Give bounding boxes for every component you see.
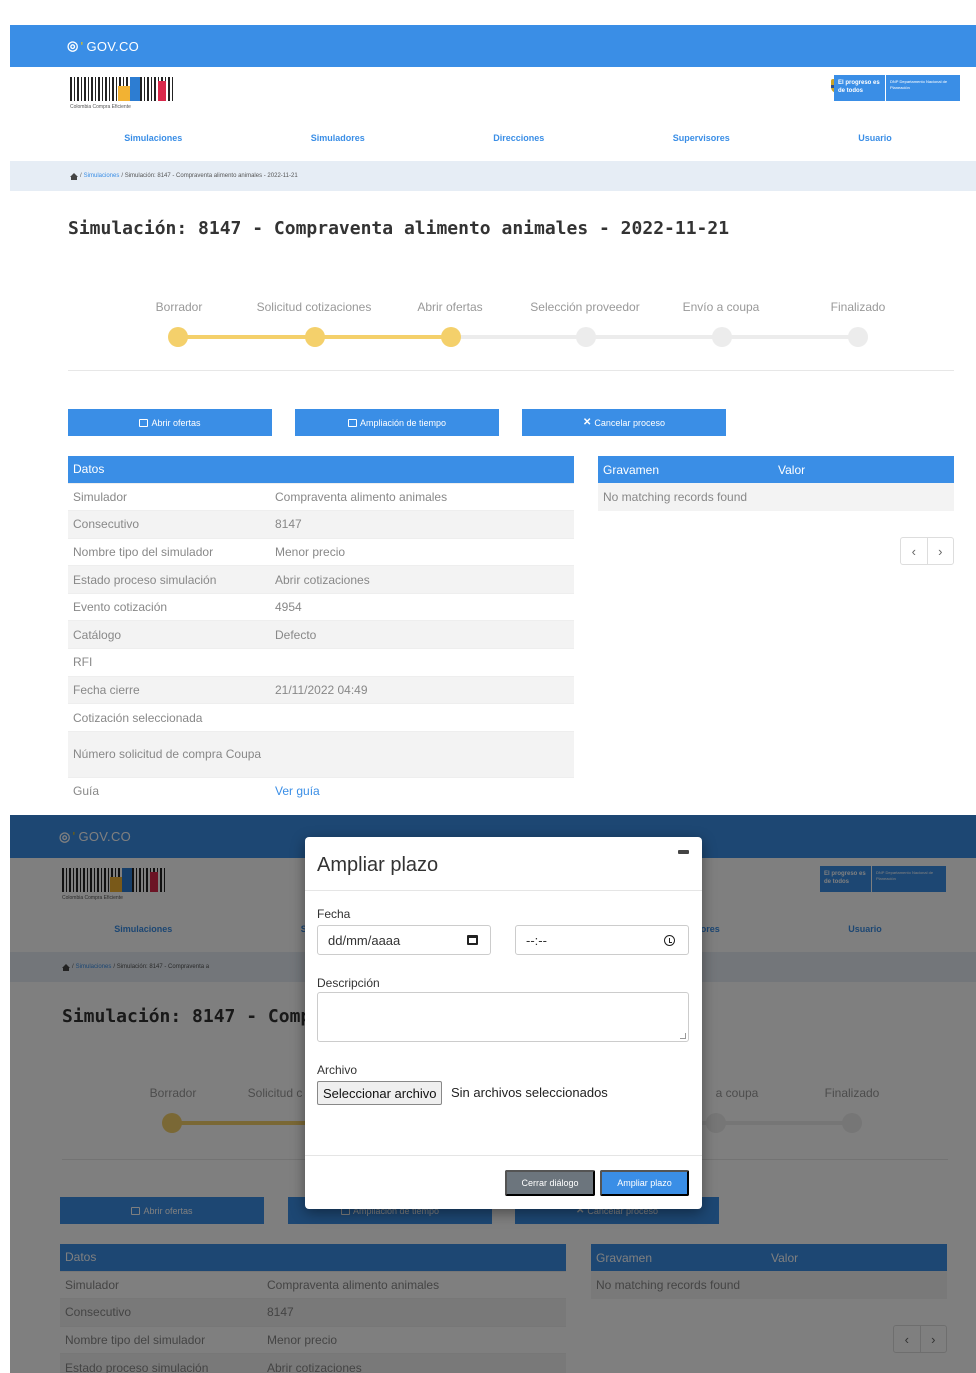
colombia-compra-logo[interactable] — [70, 77, 174, 101]
divider — [68, 370, 954, 371]
ampliar-plazo-dialog: Ampliar plazo Fecha dd/mm/aaaa --:-- Des… — [305, 837, 702, 1209]
minimize-icon[interactable] — [678, 850, 689, 854]
close-icon: ✕ — [583, 417, 592, 428]
nav-simuladores[interactable]: Simuladores — [311, 133, 365, 143]
table-row: Fecha cierre 21/11/2022 04:49 — [68, 675, 574, 704]
step-label: Envío a coupa — [682, 300, 760, 314]
nav-direcciones[interactable]: Direcciones — [493, 133, 544, 143]
step-dot — [576, 327, 596, 347]
brand-row: Colombia Compra Eficiente El progreso es… — [10, 67, 976, 115]
page-title: Simulación: 8147 - Compraventa alimento … — [68, 218, 730, 239]
empty-message: No matching records found — [598, 483, 954, 511]
resize-grip-icon[interactable] — [680, 1033, 686, 1039]
time-input[interactable]: --:-- — [515, 925, 689, 955]
next-page-button[interactable]: › — [928, 538, 954, 564]
table-row: Número solicitud de compra Coupa — [68, 730, 574, 778]
table-row: Nombre tipo del simuladorMenor precio — [68, 537, 574, 566]
archivo-label: Archivo — [317, 1063, 358, 1077]
table-row: Catálogo Defecto — [68, 620, 574, 649]
gov-brand[interactable]: GOV.CO — [86, 39, 139, 54]
descripcion-label: Descripción — [317, 976, 380, 990]
nav-supervisores[interactable]: Supervisores — [673, 133, 730, 143]
close-dialog-button[interactable]: Cerrar diálogo — [505, 1170, 595, 1196]
step-label: Selección proveedor — [530, 300, 640, 314]
date-input[interactable]: dd/mm/aaaa — [317, 925, 491, 955]
file-status: Sin archivos seleccionados — [451, 1085, 608, 1100]
cancelar-proceso-button[interactable]: ✕Cancelar proceso — [522, 409, 726, 436]
nav-usuario[interactable]: Usuario — [858, 133, 892, 143]
table-row: Consecutivo8147 — [68, 510, 574, 539]
process-stepper: Borrador Solicitud cotizaciones Abrir of… — [68, 300, 954, 380]
table-row: RFI — [68, 648, 574, 677]
step-dot — [441, 327, 461, 347]
step-label: Abrir ofertas — [417, 300, 483, 314]
valor-header: Valor — [773, 456, 954, 483]
calendar-icon[interactable] — [467, 935, 478, 945]
breadcrumb-link-simulaciones[interactable]: Simulaciones — [84, 173, 120, 179]
pagination: ‹ › — [900, 537, 954, 565]
lock-icon — [139, 418, 149, 427]
table-row: SimuladorCompraventa alimento animales — [68, 482, 574, 511]
step-label: Finalizado — [830, 300, 886, 314]
calendar-icon — [347, 418, 357, 427]
dialog-header-divider — [305, 890, 702, 891]
nav-simulaciones[interactable]: Simulaciones — [124, 133, 182, 143]
breadcrumb-current: / Simulación: 8147 - Compraventa aliment… — [121, 173, 298, 179]
step-dot — [848, 327, 868, 347]
dialog-title: Ampliar plazo — [317, 854, 439, 876]
select-file-button[interactable]: Seleccionar archivo — [317, 1081, 443, 1105]
home-icon[interactable] — [70, 172, 78, 180]
dialog-footer-divider — [305, 1155, 702, 1156]
step-dot — [305, 327, 325, 347]
banner-left-text: El progreso es de todos — [834, 75, 886, 101]
prev-page-button[interactable]: ‹ — [901, 538, 928, 564]
gov-header: ◎' GOV.CO — [10, 25, 976, 67]
step-label: Solicitud cotizaciones — [256, 300, 372, 314]
ampliacion-tiempo-button[interactable]: Ampliación de tiempo — [295, 409, 499, 436]
stepper-remaining-line — [451, 335, 859, 339]
fecha-label: Fecha — [317, 907, 351, 921]
page-screenshot-top: ◎ ' GOV.CO Colombia Compra Eficiente El p… — [10, 25, 976, 801]
ver-guia-link[interactable]: Ver guía — [275, 784, 320, 798]
ampliar-plazo-button[interactable]: Ampliar plazo — [600, 1170, 689, 1196]
gov-separator: ' — [80, 38, 84, 54]
clock-icon[interactable] — [664, 935, 675, 946]
banner-right-text: DNP Departamento Nacional de Planeación — [890, 79, 948, 90]
table-row: No matching records found — [598, 483, 954, 511]
logo-caption: Colombia Compra Eficiente — [70, 104, 131, 110]
breadcrumb: / Simulaciones / Simulación: 8147 - Comp… — [10, 161, 976, 191]
gov-logo-icon: ◎ — [67, 38, 79, 53]
gravamen-table: GravamenValor No matching records found — [598, 456, 954, 511]
abrir-ofertas-button[interactable]: Abrir ofertas — [68, 409, 272, 436]
table-row: Guía Ver guía — [68, 776, 574, 801]
descripcion-textarea[interactable] — [317, 992, 689, 1042]
gravamen-header: Gravamen — [598, 456, 773, 483]
table-row: Cotización seleccionada — [68, 703, 574, 732]
table-row: Estado proceso simulaciónAbrir cotizacio… — [68, 565, 574, 594]
datos-table: Datos SimuladorCompraventa alimento anim… — [68, 456, 574, 801]
step-dot — [168, 327, 188, 347]
step-label: Borrador — [155, 300, 203, 314]
dnp-banner: El progreso es de todos DNP Departamento… — [834, 75, 960, 101]
datos-header: Datos — [68, 456, 574, 483]
main-nav: Simulaciones Simuladores Direcciones Sup… — [10, 115, 976, 161]
table-row: Evento cotización 4954 — [68, 592, 574, 621]
step-dot — [712, 327, 732, 347]
